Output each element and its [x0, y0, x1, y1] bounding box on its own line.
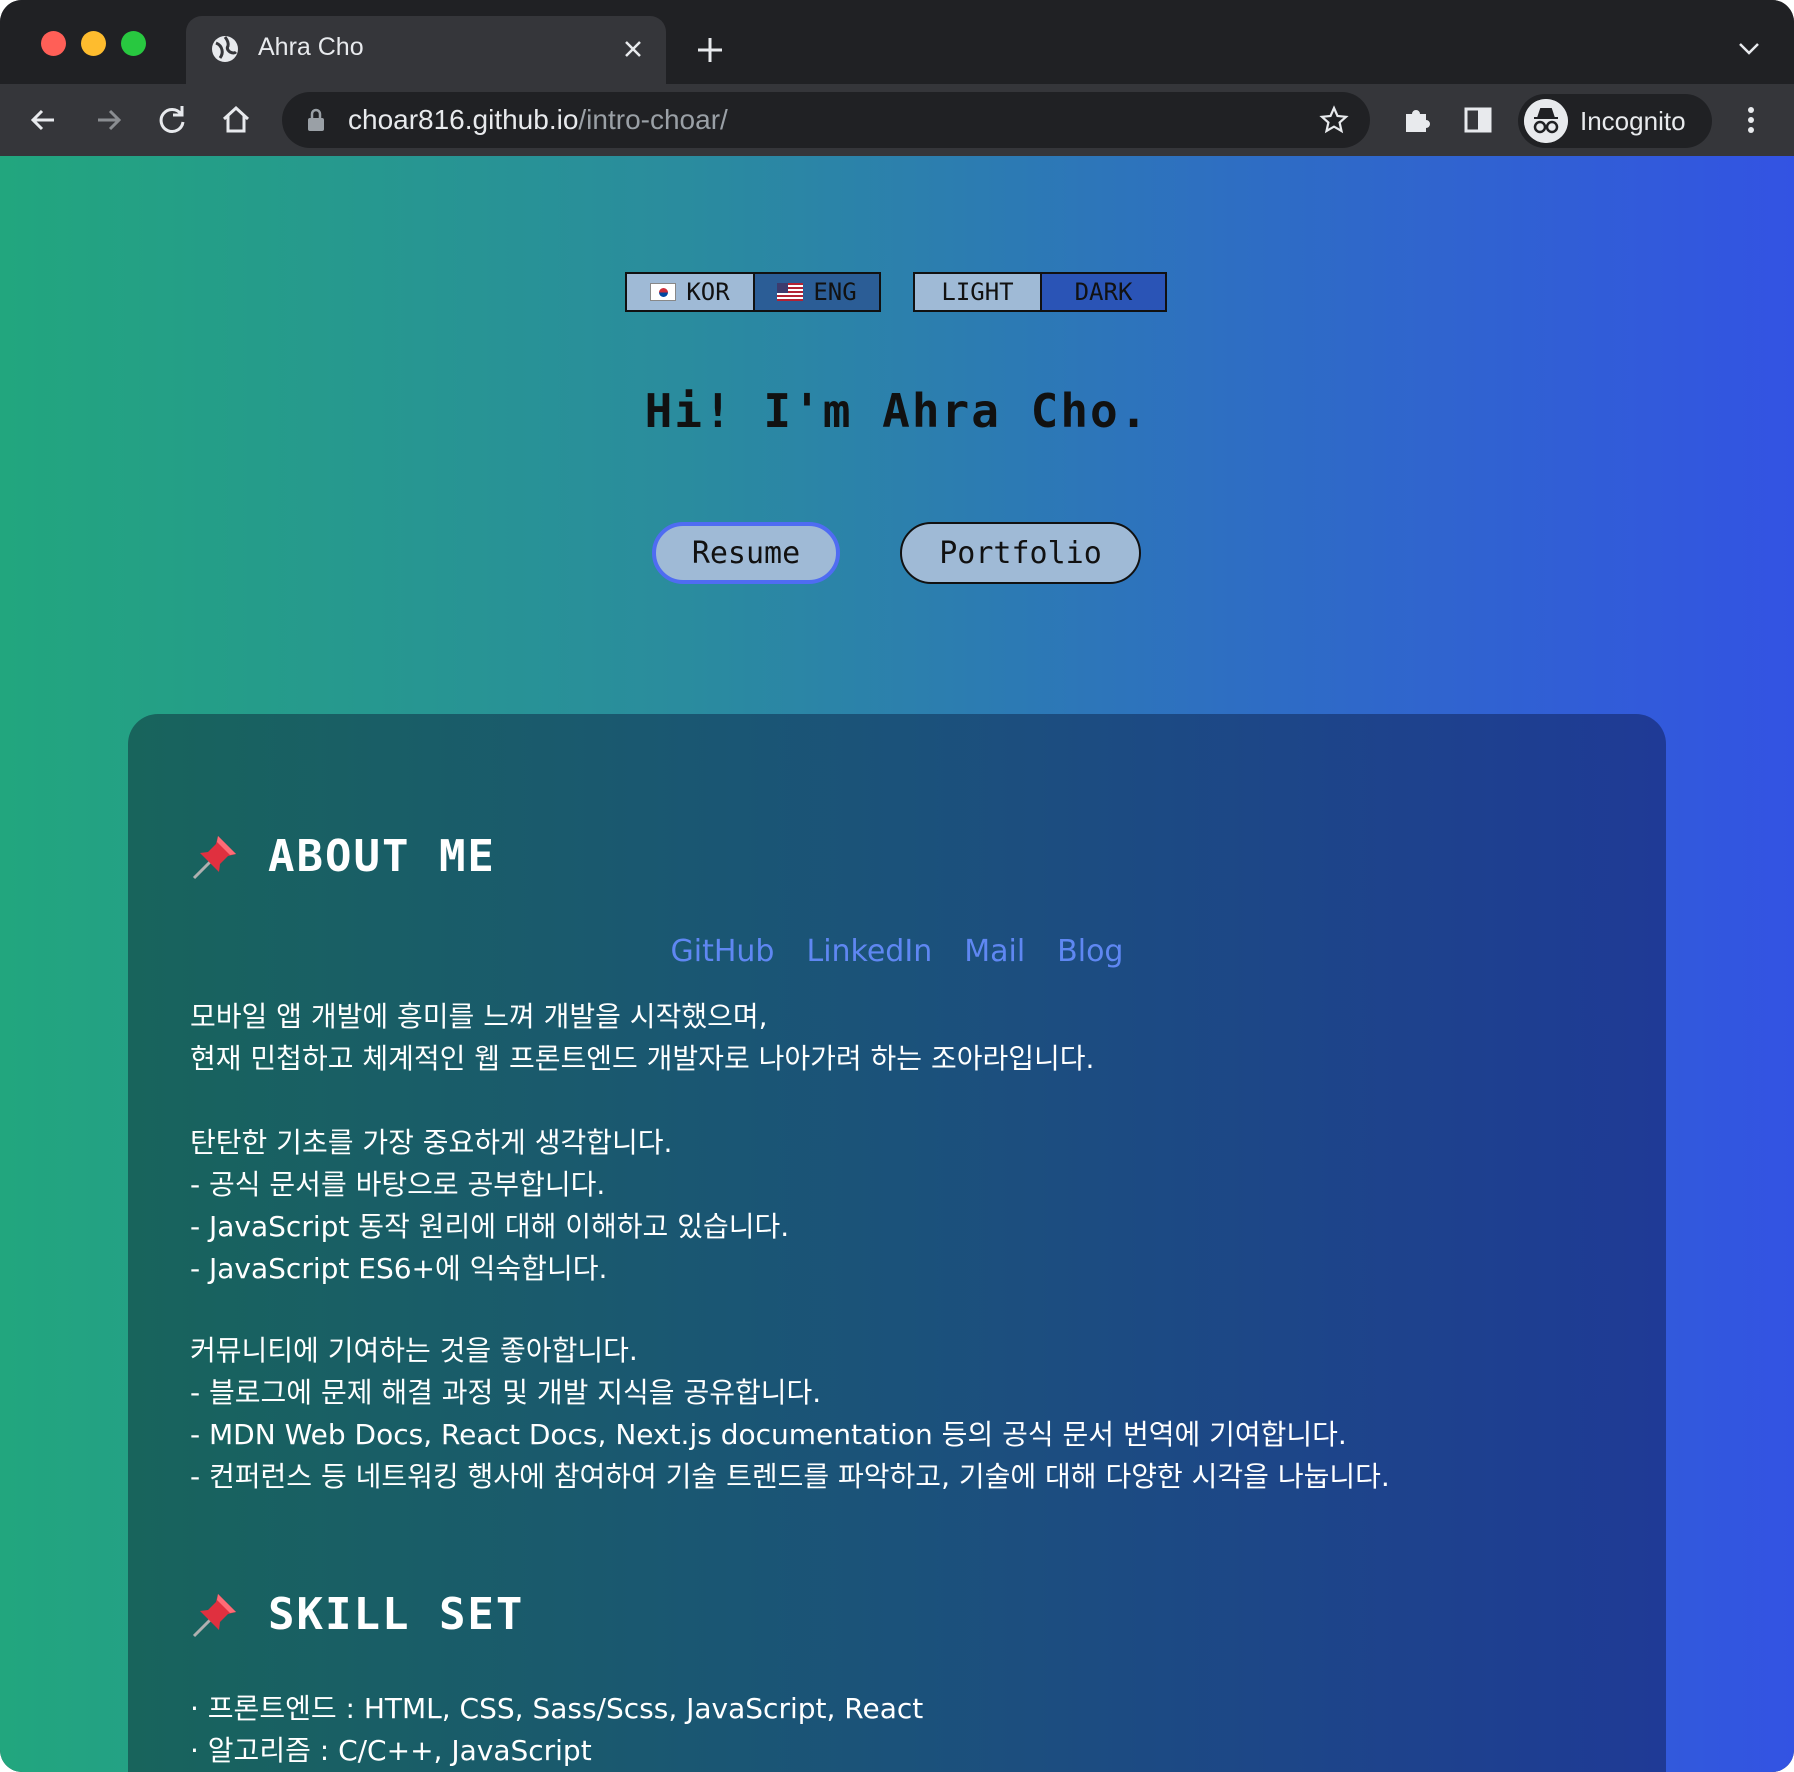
basics-line: - JavaScript ES6+에 익숙합니다.	[190, 1252, 608, 1285]
basics-line: 탄탄한 기초를 가장 중요하게 생각합니다.	[190, 1126, 673, 1159]
flag-us-icon	[777, 283, 804, 301]
community-line: - 컨퍼런스 등 네트워킹 행사에 참여하여 기술 트렌드를 파악하고, 기술에…	[190, 1460, 1390, 1493]
url-path: /intro-choar/	[578, 104, 728, 135]
browser-toolbar: choar816.github.io/intro-choar/ Incognit…	[0, 84, 1794, 156]
theme-light-label: LIGHT	[941, 278, 1014, 306]
lang-kor-button[interactable]: KOR	[627, 274, 753, 310]
globe-icon	[212, 36, 238, 62]
more-menu-icon[interactable]	[1731, 100, 1771, 140]
blog-link[interactable]: Blog	[1057, 934, 1123, 969]
minimize-window-button[interactable]	[81, 31, 106, 56]
resume-button[interactable]: Resume	[652, 522, 840, 584]
tab-title: Ahra Cho	[258, 33, 364, 61]
url-host: choar816.github.io	[348, 104, 579, 135]
community-line: - MDN Web Docs, React Docs, Next.js docu…	[190, 1418, 1347, 1451]
mail-link[interactable]: Mail	[964, 934, 1025, 969]
skills-heading: SKILL SET	[190, 1588, 524, 1640]
close-tab-icon[interactable]	[620, 36, 646, 62]
skill-item: · 프론트엔드 : HTML, CSS, Sass/Scss, JavaScri…	[190, 1692, 924, 1725]
home-icon[interactable]	[216, 100, 256, 140]
incognito-indicator[interactable]: Incognito	[1518, 94, 1712, 148]
basics-line: - JavaScript 동작 원리에 대해 이해하고 있습니다.	[190, 1210, 790, 1243]
reload-icon[interactable]	[152, 100, 192, 140]
about-card: ABOUT ME GitHub LinkedIn Mail Blog 모바일 앱…	[128, 714, 1666, 1772]
chevron-down-icon[interactable]	[1735, 38, 1763, 60]
incognito-label: Incognito	[1580, 106, 1686, 136]
basics-line: - 공식 문서를 바탕으로 공부합니다.	[190, 1168, 606, 1201]
community-paragraph: 커뮤니티에 기여하는 것을 좋아합니다. - 블로그에 문제 해결 과정 및 개…	[190, 1330, 1390, 1498]
intro-line: 모바일 앱 개발에 흥미를 느껴 개발을 시작했으며,	[190, 1000, 768, 1033]
theme-dark-button[interactable]: DARK	[1040, 274, 1165, 310]
new-tab-icon[interactable]	[694, 34, 726, 66]
about-heading: ABOUT ME	[190, 830, 496, 882]
language-toggle: KOR ENG	[625, 272, 881, 312]
basics-paragraph: 탄탄한 기초를 가장 중요하게 생각합니다. - 공식 문서를 바탕으로 공부합…	[190, 1122, 789, 1290]
bookmark-star-icon[interactable]	[1318, 104, 1350, 136]
lang-eng-button[interactable]: ENG	[753, 274, 879, 310]
social-links: GitHub LinkedIn Mail Blog	[128, 934, 1666, 969]
about-heading-text: ABOUT ME	[268, 830, 496, 882]
extensions-icon[interactable]	[1396, 100, 1436, 140]
close-window-button[interactable]	[41, 31, 66, 56]
theme-light-button[interactable]: LIGHT	[915, 274, 1040, 310]
lang-kor-label: KOR	[686, 278, 730, 306]
back-icon[interactable]	[24, 100, 64, 140]
portfolio-button[interactable]: Portfolio	[900, 522, 1141, 584]
browser-window: Ahra Cho choar816.github.io/intro-choar/…	[0, 0, 1794, 1772]
browser-tab[interactable]: Ahra Cho	[186, 16, 666, 84]
flag-kr-icon	[650, 283, 677, 301]
community-line: 커뮤니티에 기여하는 것을 좋아합니다.	[190, 1334, 638, 1367]
intro-paragraph: 모바일 앱 개발에 흥미를 느껴 개발을 시작했으며, 현재 민첩하고 체계적인…	[190, 996, 1094, 1080]
forward-icon[interactable]	[88, 100, 128, 140]
side-panel-icon[interactable]	[1458, 100, 1498, 140]
pushpin-icon	[192, 836, 236, 880]
page-content: KOR ENG LIGHT DARK Hi! I'm Ahra Cho. Res…	[0, 156, 1794, 1772]
url-text[interactable]: choar816.github.io/intro-choar/	[348, 104, 728, 136]
incognito-icon	[1524, 99, 1568, 143]
community-line: - 블로그에 문제 해결 과정 및 개발 지식을 공유합니다.	[190, 1376, 822, 1409]
maximize-window-button[interactable]	[121, 31, 146, 56]
theme-toggle: LIGHT DARK	[913, 272, 1167, 312]
pushpin-icon	[192, 1594, 236, 1638]
address-bar[interactable]: choar816.github.io/intro-choar/	[282, 92, 1370, 148]
linkedin-link[interactable]: LinkedIn	[806, 934, 932, 969]
skills-heading-text: SKILL SET	[268, 1588, 525, 1640]
github-link[interactable]: GitHub	[671, 934, 775, 969]
skill-item: · 알고리즘 : C/C++, JavaScript	[190, 1734, 592, 1767]
tab-strip: Ahra Cho	[0, 0, 1794, 84]
lock-icon[interactable]	[304, 107, 328, 133]
theme-dark-label: DARK	[1074, 278, 1133, 306]
hero-title: Hi! I'm Ahra Cho.	[644, 384, 1150, 438]
intro-line: 현재 민첩하고 체계적인 웹 프론트엔드 개발자로 나아가려 하는 조아라입니다…	[190, 1042, 1095, 1075]
lang-eng-label: ENG	[813, 278, 857, 306]
skills-list: · 프론트엔드 : HTML, CSS, Sass/Scss, JavaScri…	[190, 1688, 923, 1772]
